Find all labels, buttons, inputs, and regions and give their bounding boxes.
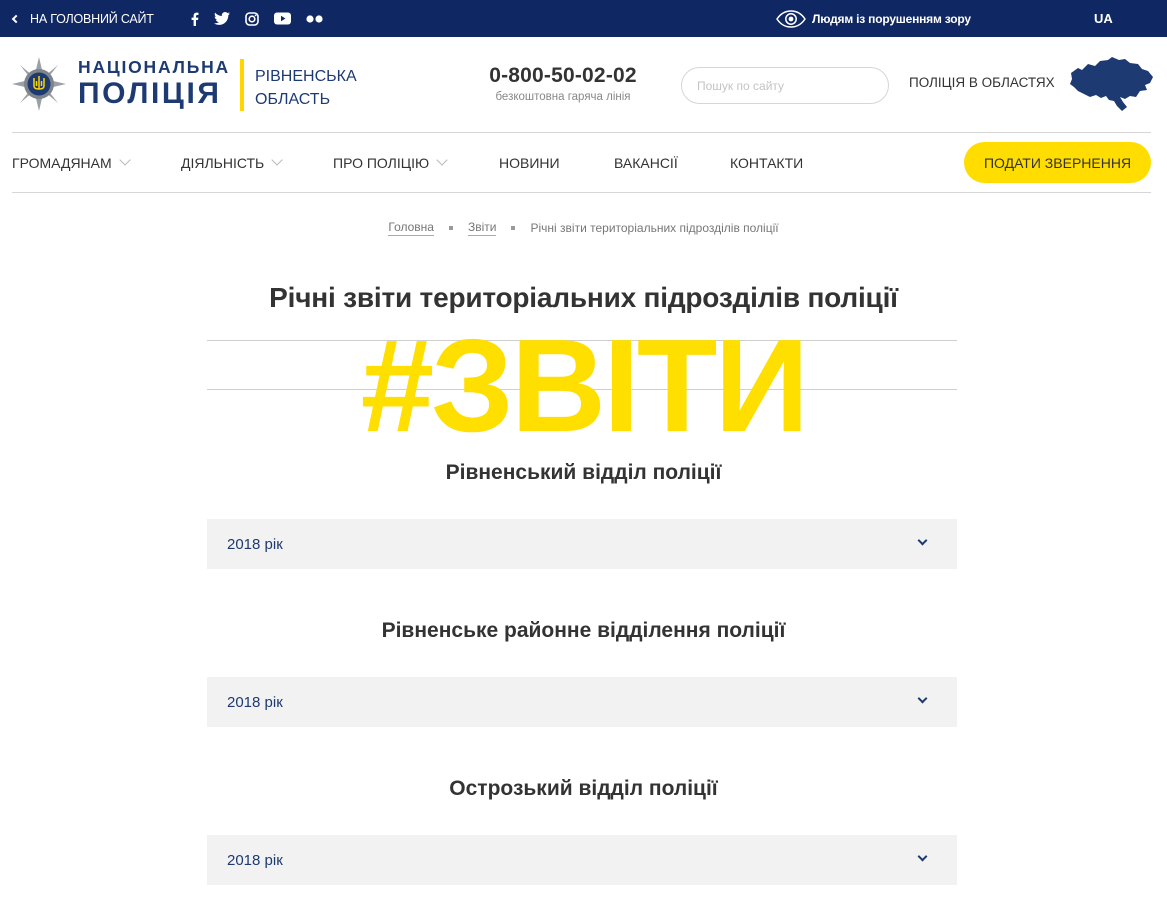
page-title: Річні звіти територіальних підрозділів п… <box>269 282 898 313</box>
nav-item-activity[interactable]: ДІЯЛЬНІСТЬ <box>181 133 283 192</box>
section-title: Рівненське районне відділення поліції <box>381 619 786 642</box>
nav-label: ДІЯЛЬНІСТЬ <box>181 154 265 171</box>
section-title: Рівненський відділ поліції <box>445 461 722 484</box>
nav-label: ГРОМАДЯНАМ <box>12 154 112 171</box>
nav-label: ВАКАНСІЇ <box>614 154 678 171</box>
accordion-label: 2018 рік <box>227 693 283 711</box>
flickr-icon[interactable] <box>306 14 323 23</box>
breadcrumb-separator <box>448 226 453 230</box>
hotline-number: 0-800-50-02-02 <box>489 64 637 87</box>
chevron-down-icon <box>271 154 283 166</box>
youtube-icon[interactable] <box>274 12 291 25</box>
regions-link[interactable]: ПОЛІЦІЯ В ОБЛАСТЯХ <box>909 75 1055 90</box>
site-header: НАЦІОНАЛЬНА ПОЛІЦІЯ РІВНЕНСЬКА ОБЛАСТЬ 0… <box>0 37 1167 132</box>
logo-line-1: НАЦІОНАЛЬНА <box>78 57 230 78</box>
accordion-year-toggle[interactable]: 2018 рік <box>207 519 957 569</box>
top-bar: НА ГОЛОВНИЙ САЙТ Людям із порушенням зор… <box>0 0 1167 37</box>
chevron-down-icon <box>917 535 928 546</box>
submit-appeal-button[interactable]: ПОДАТИ ЗВЕРНЕННЯ <box>964 142 1151 183</box>
logo-divider <box>240 59 244 111</box>
back-to-main-site-label: НА ГОЛОВНИЙ САЙТ <box>30 11 154 26</box>
nav-item-news[interactable]: НОВИНИ <box>499 133 560 192</box>
chevron-down-icon <box>917 693 928 704</box>
eye-icon <box>776 9 806 28</box>
breadcrumb-home-link[interactable]: Головна <box>388 220 434 236</box>
breadcrumb: Головна Звіти Річні звіти територіальних… <box>0 220 1167 236</box>
hotline-caption: безкоштовна гаряча лінія <box>495 91 631 103</box>
reports-hashtag-banner: #ЗВІТИ <box>360 312 810 459</box>
nav-label: НОВИНИ <box>499 154 560 171</box>
low-vision-mode-link[interactable]: Людям із порушенням зору <box>776 0 971 37</box>
region-line-1: РІВНЕНСЬКА <box>255 68 357 85</box>
facebook-icon[interactable] <box>190 12 199 26</box>
police-star-icon <box>12 57 66 111</box>
accordion-year-toggle[interactable]: 2018 рік <box>207 677 957 727</box>
nav-item-about-police[interactable]: ПРО ПОЛІЦІЮ <box>333 133 448 192</box>
instagram-icon[interactable] <box>245 11 259 26</box>
breadcrumb-current: Річні звіти територіальних підрозділів п… <box>530 221 779 235</box>
hotline[interactable]: 0-800-50-02-02 безкоштовна гаряча лінія <box>467 64 659 103</box>
search-input[interactable] <box>681 67 889 104</box>
breadcrumb-separator <box>511 226 516 230</box>
logo-line-2: ПОЛІЦІЯ <box>78 76 222 110</box>
breadcrumb-reports-link[interactable]: Звіти <box>467 220 497 236</box>
nav-label: ПРО ПОЛІЦІЮ <box>333 154 430 171</box>
chevron-down-icon <box>917 851 928 862</box>
language-switch[interactable]: UA <box>1094 0 1113 37</box>
twitter-icon[interactable] <box>214 12 230 25</box>
chevron-down-icon <box>436 154 448 166</box>
police-logo[interactable]: НАЦІОНАЛЬНА ПОЛІЦІЯ <box>12 57 230 111</box>
chevron-down-icon <box>119 154 131 166</box>
accordion-label: 2018 рік <box>227 851 283 869</box>
social-links <box>190 0 338 37</box>
nav-item-citizens[interactable]: ГРОМАДЯНАМ <box>12 133 131 192</box>
chevron-left-icon <box>11 14 21 23</box>
low-vision-label: Людям із порушенням зору <box>812 11 971 26</box>
region-name: РІВНЕНСЬКА ОБЛАСТЬ <box>255 65 357 111</box>
nav-label: КОНТАКТИ <box>730 154 804 171</box>
accordion-label: 2018 рік <box>227 535 283 553</box>
region-line-2: ОБЛАСТЬ <box>255 91 331 108</box>
back-to-main-site-link[interactable]: НА ГОЛОВНИЙ САЙТ <box>10 0 154 37</box>
nav-item-vacancies[interactable]: ВАКАНСІЇ <box>614 133 678 192</box>
nav-item-contacts[interactable]: КОНТАКТИ <box>730 133 803 192</box>
accordion-year-toggle[interactable]: 2018 рік <box>207 835 957 885</box>
nav-divider <box>12 192 1151 193</box>
ukraine-map-icon[interactable] <box>1068 55 1154 113</box>
section-title: Острозький відділ поліції <box>449 777 718 800</box>
